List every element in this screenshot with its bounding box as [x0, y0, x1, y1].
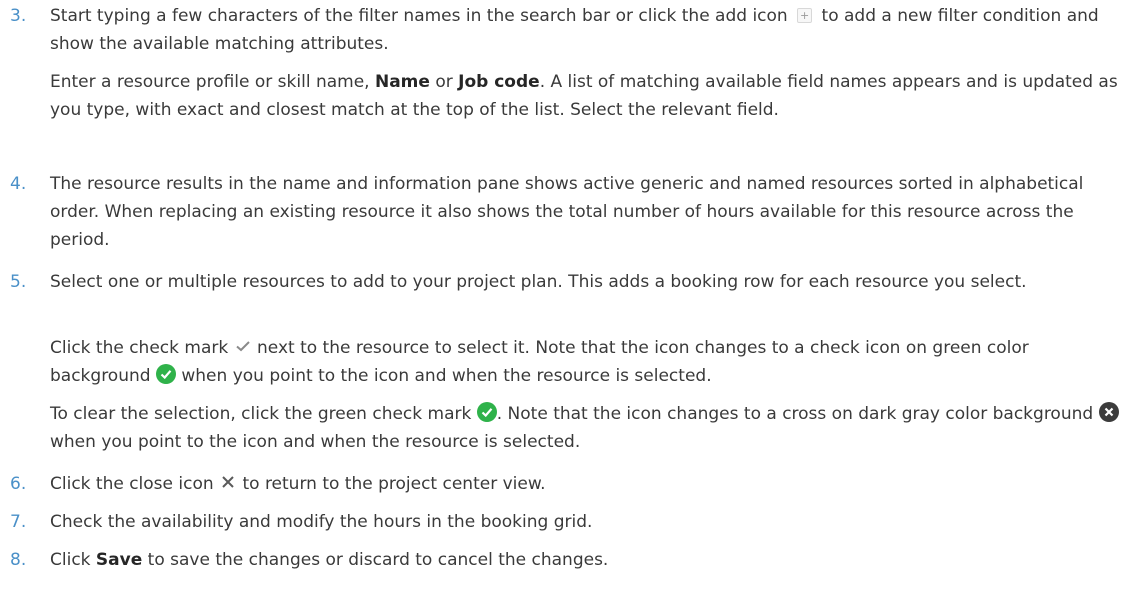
step-4-paragraph-1: The resource results in the name and inf…: [50, 174, 1084, 250]
step-number: 6.: [10, 474, 27, 494]
step-5-paragraph-3: To clear the selection, click the green …: [50, 400, 1120, 456]
document-page: 3. Start typing a few characters of the …: [0, 0, 1137, 615]
step-number: 4.: [10, 174, 27, 194]
step-number: 5.: [10, 272, 27, 292]
step-7-paragraph-1: Check the availability and modify the ho…: [50, 512, 593, 532]
step-6-paragraph-1: Click the close icon to return to the pr…: [50, 474, 546, 494]
dark-cross-icon: [1098, 402, 1119, 422]
close-icon: [222, 476, 234, 488]
step-3-paragraph-1: Start typing a few characters of the fil…: [50, 6, 1099, 54]
step-number: 3.: [10, 6, 27, 26]
step-number: 8.: [10, 550, 27, 570]
green-check-icon: [476, 402, 497, 422]
step-3-paragraph-2: Enter a resource profile or skill name, …: [50, 72, 1118, 120]
step-5-paragraph-2: Click the check mark next to the resourc…: [50, 338, 1029, 386]
step-8-paragraph-1: Click Save to save the changes or discar…: [50, 550, 609, 570]
add-icon: +: [797, 7, 813, 23]
check-mark-icon: [235, 341, 250, 352]
step-number: 7.: [10, 512, 27, 532]
green-check-icon: [155, 364, 176, 384]
step-5-paragraph-1: Select one or multiple resources to add …: [50, 272, 1027, 292]
